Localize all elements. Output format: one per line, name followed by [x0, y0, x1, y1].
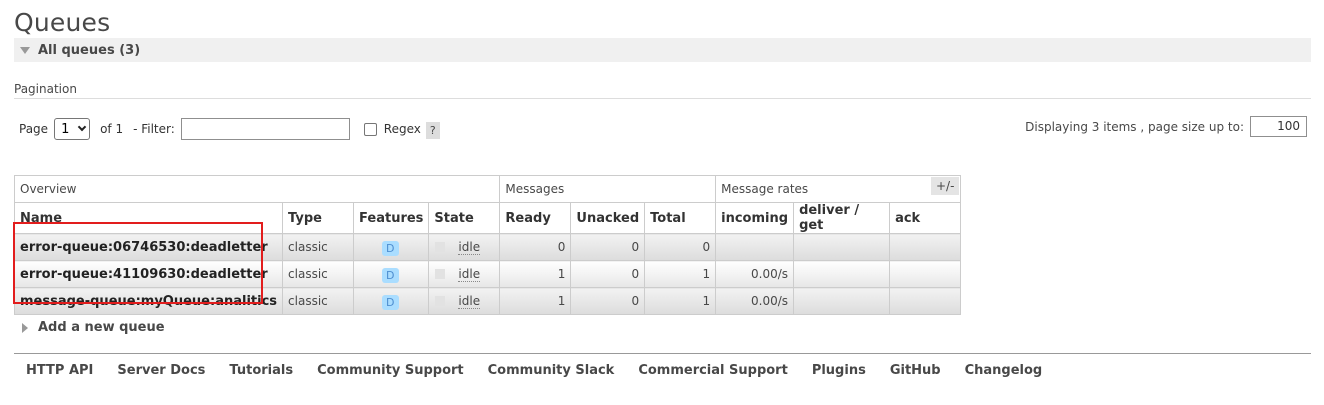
all-queues-section-toggle[interactable]: All queues (3) [14, 38, 1311, 62]
state-indicator-icon [435, 242, 446, 252]
queue-features: D [353, 233, 430, 261]
add-queue-label: Add a new queue [38, 320, 165, 335]
column-toggle-button[interactable]: +/- [931, 177, 960, 195]
filter-input[interactable] [180, 118, 350, 140]
footer-link-tutorials[interactable]: Tutorials [229, 363, 293, 378]
total-count: 1 [644, 260, 717, 288]
durable-badge: D [382, 295, 399, 310]
page-select-value: 1 [61, 121, 70, 137]
triangle-right-icon [22, 322, 28, 333]
column-header-deliver-get[interactable]: deliver / get [793, 202, 891, 234]
footer-link-server-docs[interactable]: Server Docs [117, 363, 205, 378]
column-header-ready[interactable]: Ready [499, 202, 572, 234]
queue-state: idle [428, 233, 501, 261]
page-size-controls: Displaying 3 items , page size up to: 10… [1025, 116, 1307, 137]
table-row: error-queue:06746530:deadletter classic … [13, 233, 962, 261]
queue-features: D [353, 287, 430, 315]
pagination-divider [14, 98, 1311, 99]
durable-badge: D [382, 241, 399, 256]
page-size-input[interactable]: 100 [1250, 116, 1307, 137]
column-header-total[interactable]: Total [644, 202, 717, 234]
table-row: error-queue:41109630:deadletter classic … [13, 260, 962, 288]
page-of-label: of 1 [100, 122, 124, 136]
column-header-features[interactable]: Features [353, 202, 430, 234]
pagination-label: Pagination [14, 82, 77, 96]
column-header-incoming[interactable]: incoming [715, 202, 795, 234]
messages-group-header: Messages [499, 175, 717, 203]
ack-rate [889, 233, 962, 261]
footer-links: HTTP API Server Docs Tutorials Community… [26, 363, 1066, 378]
state-indicator-icon [435, 269, 446, 279]
chevron-down-icon [77, 122, 87, 132]
deliver-get-rate [793, 233, 891, 261]
column-header-unacked[interactable]: Unacked [570, 202, 646, 234]
pagination-controls: Page 1 of 1 - Filter: Regex ? [19, 118, 440, 140]
regex-help-button[interactable]: ? [425, 122, 440, 139]
add-queue-toggle[interactable]: Add a new queue [22, 320, 165, 335]
page-title: Queues [14, 8, 111, 37]
displaying-text: Displaying 3 items , page size up to: [1025, 119, 1244, 134]
footer-link-commercial-support[interactable]: Commercial Support [638, 363, 788, 378]
state-label: idle [458, 294, 481, 309]
ack-rate [889, 260, 962, 288]
filter-label: - Filter: [133, 122, 175, 136]
queue-name-link[interactable]: error-queue:06746530:deadletter [13, 233, 284, 261]
all-queues-title: All queues (3) [38, 42, 141, 58]
footer-link-http-api[interactable]: HTTP API [26, 363, 93, 378]
total-count: 1 [644, 287, 717, 315]
queue-name-link[interactable]: error-queue:41109630:deadletter [13, 260, 284, 288]
column-header-name[interactable]: Name [13, 202, 284, 234]
unacked-count: 0 [570, 260, 646, 288]
incoming-rate [715, 233, 795, 261]
state-label: idle [458, 240, 481, 255]
regex-label: Regex [383, 122, 421, 136]
ready-count: 1 [499, 287, 572, 315]
queues-table: Overview Messages Message rates Name Typ… [13, 175, 962, 315]
incoming-rate: 0.00/s [715, 287, 795, 315]
table-row: message-queue:myQueue:analitics classic … [13, 287, 962, 315]
unacked-count: 0 [570, 287, 646, 315]
ack-rate [889, 287, 962, 315]
footer-link-community-slack[interactable]: Community Slack [488, 363, 615, 378]
page-label: Page [19, 122, 49, 136]
column-header-type[interactable]: Type [282, 202, 355, 234]
queue-type: classic [282, 260, 355, 288]
unacked-count: 0 [570, 233, 646, 261]
triangle-down-icon [20, 47, 30, 54]
footer-divider [14, 353, 1311, 354]
state-label: idle [458, 267, 481, 282]
footer-link-community-support[interactable]: Community Support [317, 363, 464, 378]
deliver-get-rate [793, 287, 891, 315]
ready-count: 1 [499, 260, 572, 288]
state-indicator-icon [435, 296, 446, 306]
footer-link-plugins[interactable]: Plugins [812, 363, 866, 378]
queue-state: idle [428, 260, 501, 288]
durable-badge: D [382, 268, 399, 283]
regex-checkbox[interactable] [363, 122, 377, 136]
queue-name-link[interactable]: message-queue:myQueue:analitics [13, 287, 284, 315]
queue-state: idle [428, 287, 501, 315]
queue-type: classic [282, 233, 355, 261]
column-header-ack[interactable]: ack [889, 202, 962, 234]
queue-type: classic [282, 287, 355, 315]
overview-group-header: Overview [13, 175, 501, 203]
page-select[interactable]: 1 [54, 118, 91, 140]
queue-features: D [353, 260, 430, 288]
footer-link-github[interactable]: GitHub [890, 363, 941, 378]
deliver-get-rate [793, 260, 891, 288]
column-header-state[interactable]: State [428, 202, 501, 234]
total-count: 0 [644, 233, 717, 261]
incoming-rate: 0.00/s [715, 260, 795, 288]
ready-count: 0 [499, 233, 572, 261]
footer-link-changelog[interactable]: Changelog [965, 363, 1043, 378]
message-rates-group-header: Message rates [715, 175, 962, 203]
